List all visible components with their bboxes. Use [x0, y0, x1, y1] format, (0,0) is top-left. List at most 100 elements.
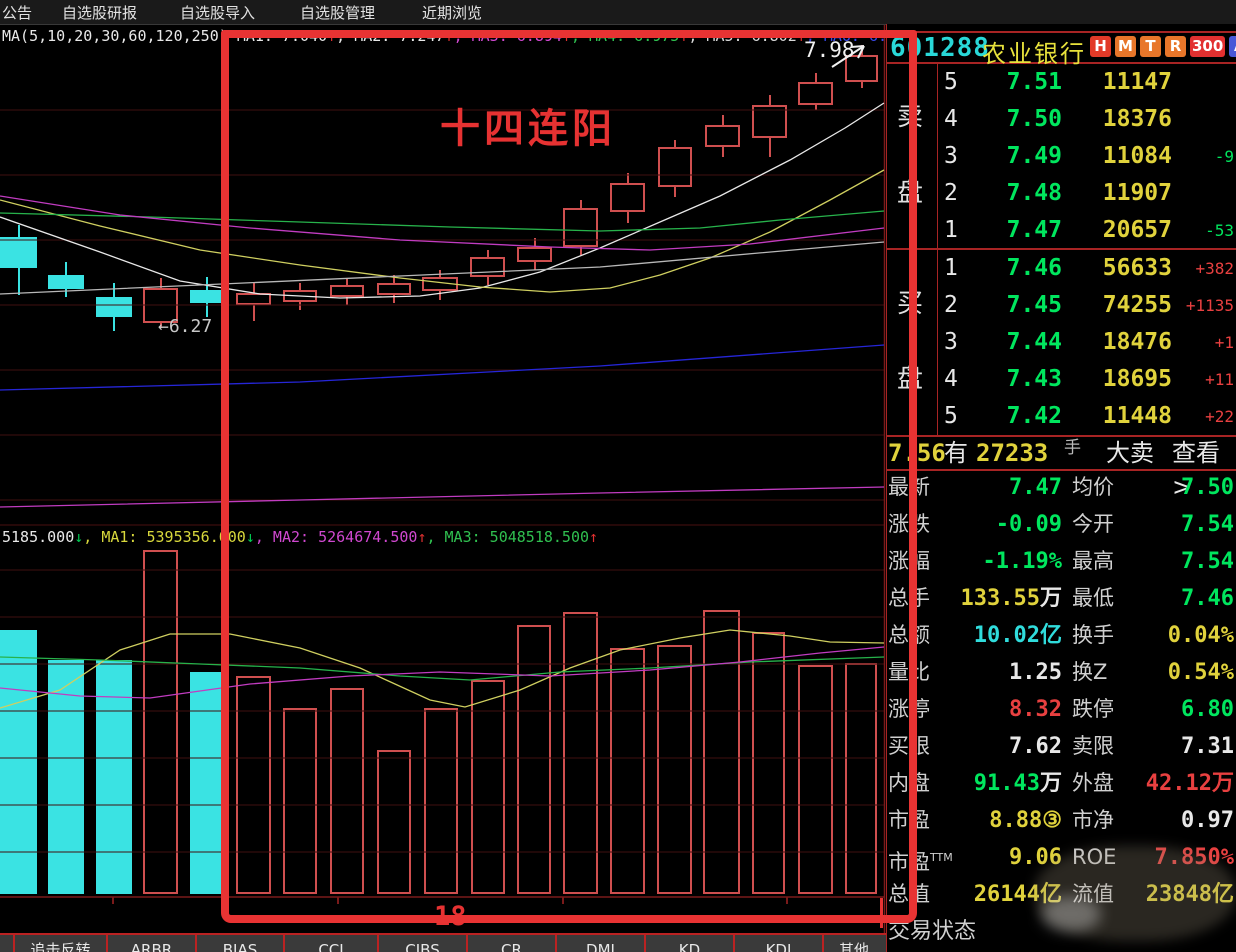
indicator-tab-0[interactable]: 追击反转: [13, 935, 106, 952]
volume-bar: [143, 550, 178, 894]
volume-bar: [96, 660, 132, 894]
volume-bar: [517, 625, 551, 894]
info-value: 7.62: [1009, 734, 1062, 759]
info-label: 涨跌: [888, 512, 930, 536]
level-volume: 11907: [1102, 180, 1172, 206]
candle: [330, 285, 364, 297]
info-value: 0.97: [1181, 808, 1234, 833]
level-delta: +382: [1195, 259, 1234, 278]
buy-row-4[interactable]: 4 7.43 18695 +11: [886, 361, 1236, 398]
kline-header-seg-9: , MA5: 6.802: [688, 27, 797, 45]
info-value: 7.31: [1181, 734, 1234, 759]
buy-row-5[interactable]: 5 7.42 11448 +22: [886, 398, 1236, 435]
indicator-tab-8[interactable]: KDJ: [733, 935, 822, 952]
indicator-tab-6[interactable]: DMI: [555, 935, 644, 952]
info-value: 0.54%: [1167, 660, 1234, 685]
date-axis-label: 18: [434, 901, 467, 932]
candle: [470, 257, 505, 277]
stock-badge-h[interactable]: H: [1090, 36, 1111, 57]
ticker-mid: 有: [944, 439, 968, 467]
level-price: 7.43: [1006, 366, 1062, 392]
level-volume: 11084: [1102, 143, 1172, 169]
menu-item-1[interactable]: 自选股研报: [62, 2, 137, 23]
volume-bar: [330, 688, 364, 894]
stock-badge-t[interactable]: T: [1140, 36, 1161, 57]
info-value: 7.54: [1181, 549, 1234, 574]
level-price: 7.45: [1006, 292, 1062, 318]
sell-row-1[interactable]: 1 7.47 20657 -53: [886, 212, 1236, 249]
info-value: -0.09: [995, 512, 1062, 537]
indicator-tab-4[interactable]: CJBS: [377, 935, 466, 952]
volume-bar: [798, 665, 833, 894]
level-price: 7.51: [1006, 69, 1062, 95]
buy-row-2[interactable]: 2 7.45 74255 +1135: [886, 287, 1236, 324]
candle: [517, 247, 552, 262]
sell-row-3[interactable]: 3 7.49 11084 -9: [886, 138, 1236, 175]
trade-status-label: 交易状态: [888, 919, 977, 944]
stock-badges: HMTR300A: [1090, 36, 1236, 57]
level-volume: 18376: [1102, 106, 1172, 132]
stock-badge-a[interactable]: A: [1229, 36, 1236, 57]
menu-item-3[interactable]: 自选股管理: [300, 2, 375, 23]
candle: [190, 290, 224, 303]
info-value: 8.88③: [989, 808, 1062, 833]
buy-row-3[interactable]: 3 7.44 18476 +1: [886, 324, 1236, 361]
level-delta: -9: [1214, 147, 1234, 166]
volume-bar: [471, 680, 505, 894]
low-price-label: ←6.27: [158, 316, 213, 337]
level-number: 5: [944, 403, 958, 429]
candle: [236, 293, 271, 305]
sell-row-2[interactable]: 2 7.48 11907: [886, 175, 1236, 212]
info-label: 最高: [1072, 549, 1114, 573]
stock-badge-m[interactable]: M: [1115, 36, 1136, 57]
info-label: 均价: [1072, 475, 1114, 499]
level-number: 2: [944, 292, 958, 318]
info-value: 10.02亿: [973, 623, 1062, 648]
menu-item-4[interactable]: 近期浏览: [422, 2, 482, 23]
kline-header-seg-2: ↑: [327, 27, 337, 45]
top-menu-bar: 公告 自选股研报 自选股导入 自选股管理 近期浏览: [0, 0, 1236, 25]
sell-row-5[interactable]: 5 7.51 11147: [886, 64, 1236, 101]
indicator-tab-2[interactable]: BIAS: [195, 935, 283, 952]
level-price: 7.49: [1006, 143, 1062, 169]
info-value: 7.54: [1181, 512, 1234, 537]
candle: [96, 297, 132, 317]
indicator-tab-1[interactable]: ARBR: [106, 935, 195, 952]
ticker-side: 大卖: [1106, 439, 1154, 467]
volume-bar: [845, 663, 877, 894]
level-delta: +1135: [1185, 296, 1234, 315]
info-label: 卖限: [1072, 734, 1114, 758]
stock-badge-r[interactable]: R: [1165, 36, 1186, 57]
menu-item-0[interactable]: 公告: [2, 2, 32, 23]
indicator-tab-9[interactable]: 其他: [822, 935, 884, 952]
level-volume: 18695: [1102, 366, 1172, 392]
annotation-tick: [880, 898, 883, 928]
buy-row-1[interactable]: 1 7.46 56633 +382: [886, 250, 1236, 287]
level-price: 7.47: [1006, 217, 1062, 243]
indicator-tab-7[interactable]: KD: [644, 935, 733, 952]
stock-badge-300[interactable]: 300: [1190, 36, 1226, 57]
candle: [0, 237, 37, 268]
info-label: 买限: [888, 734, 930, 758]
vol-header-seg-4: , MA2: 5264674.500: [254, 528, 418, 546]
info-label: 涨停: [888, 697, 930, 721]
vol-header-seg-1: ↓: [74, 528, 84, 546]
kline-header-seg-7: , MA4: 6.975: [570, 27, 680, 45]
volume-bar: [0, 630, 37, 894]
info-value: 8.32: [1009, 697, 1062, 722]
level-price: 7.48: [1006, 180, 1062, 206]
indicator-tab-3[interactable]: CCI: [283, 935, 377, 952]
info-label: 内盘: [888, 771, 930, 795]
ticker-qty: 27233: [976, 439, 1049, 467]
level-volume: 56633: [1102, 255, 1172, 281]
candle: [705, 125, 740, 147]
info-value: 133.55万: [960, 586, 1063, 611]
candle: [798, 82, 833, 105]
info-label: 今开: [1072, 512, 1114, 536]
menu-item-2[interactable]: 自选股导入: [180, 2, 255, 23]
sell-row-4[interactable]: 4 7.50 18376: [886, 101, 1236, 138]
indicator-tab-5[interactable]: CR: [466, 935, 555, 952]
info-value: 7.47: [1009, 475, 1062, 500]
level-delta: -53: [1205, 221, 1234, 240]
kline-header-seg-6: ↑: [561, 27, 571, 45]
